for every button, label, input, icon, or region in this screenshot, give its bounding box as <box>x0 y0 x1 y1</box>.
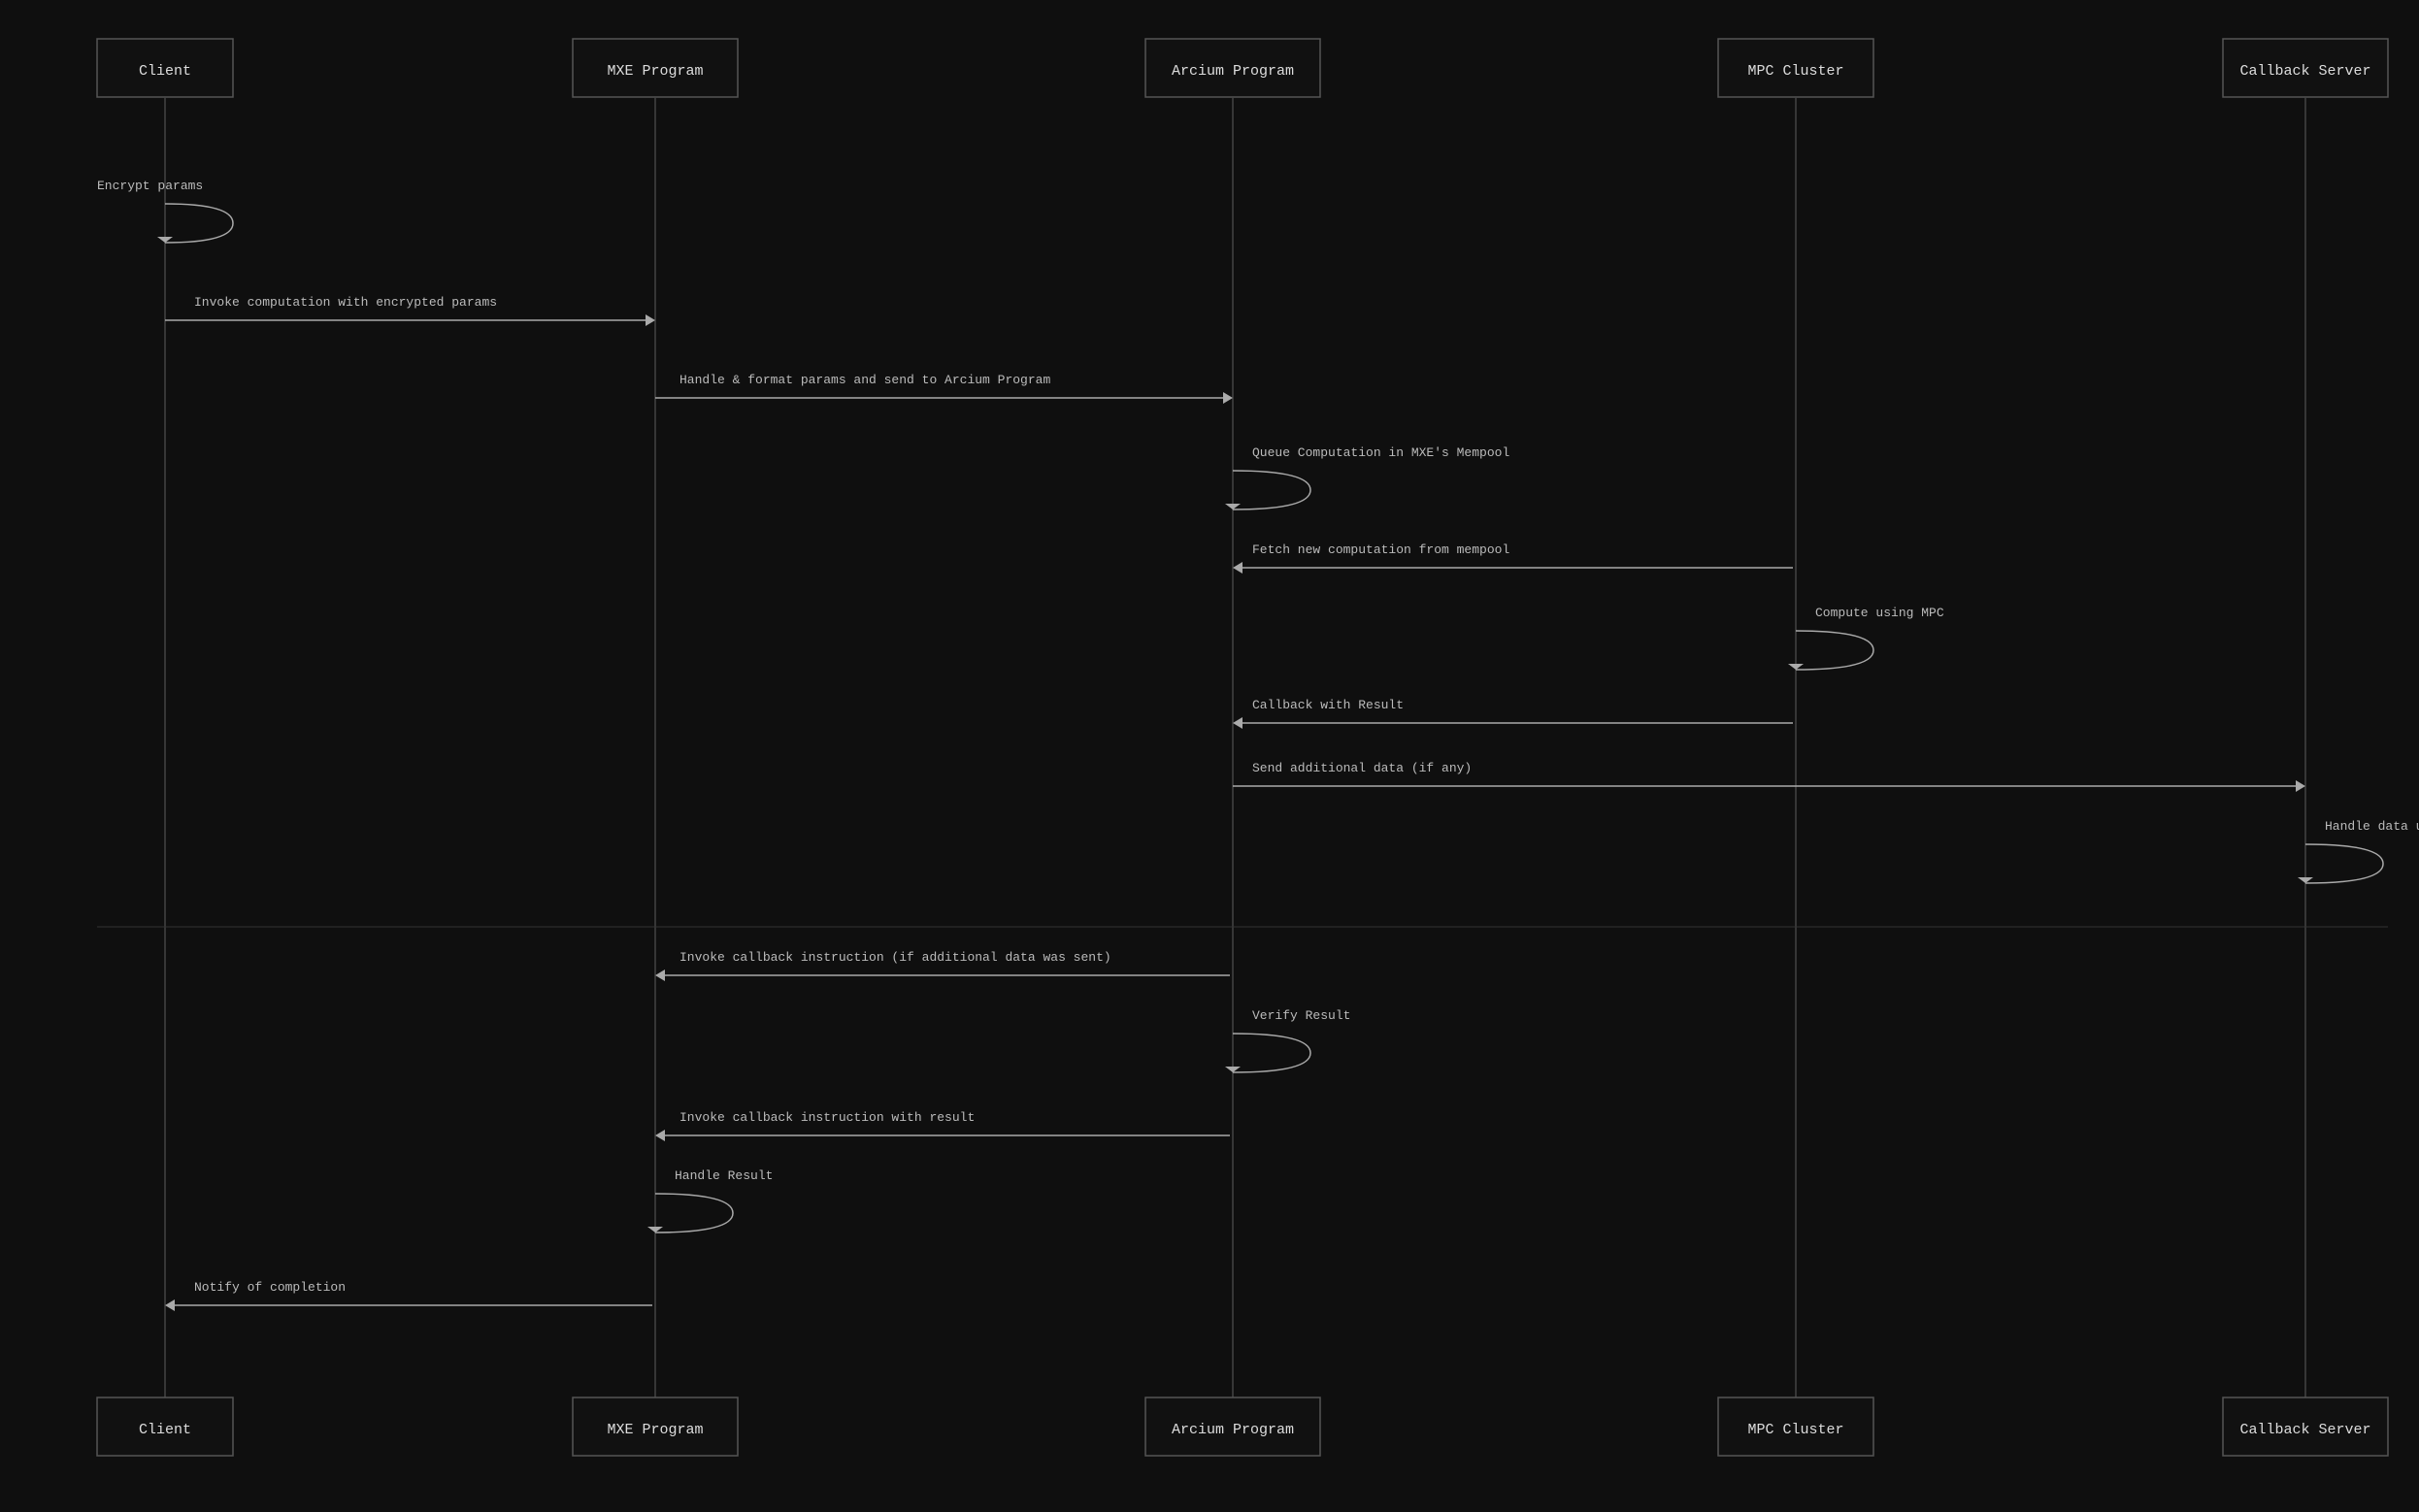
actor-callback-bottom-label: Callback Server <box>2239 1422 2370 1438</box>
msg-invoke-callback-result-head <box>655 1130 665 1141</box>
msg-callback-result-label: Callback with Result <box>1252 698 1404 712</box>
msg-fetch-computation-label: Fetch new computation from mempool <box>1252 542 1509 557</box>
msg-invoke-callback-label: Invoke callback instruction (if addition… <box>679 950 1111 965</box>
msg-fetch-computation-head <box>1233 562 1243 574</box>
msg-encrypt-params-arrow <box>165 204 233 243</box>
msg-encrypt-params-head <box>157 237 173 243</box>
msg-compute-mpc-arrow <box>1796 631 1873 670</box>
msg-invoke-callback-result-label: Invoke callback instruction with result <box>679 1110 975 1125</box>
actor-mpc-bottom-label: MPC Cluster <box>1747 1422 1843 1438</box>
msg-handle-result-label: Handle Result <box>675 1168 773 1183</box>
msg-compute-mpc-head <box>1788 664 1804 670</box>
msg-callback-result-head <box>1233 717 1243 729</box>
actor-client-top-label: Client <box>139 63 191 80</box>
actor-mxe-bottom-label: MXE Program <box>607 1422 703 1438</box>
msg-handle-data-update-head <box>2298 877 2313 883</box>
msg-notify-completion-head <box>165 1299 175 1311</box>
actor-client-bottom-label: Client <box>139 1422 191 1438</box>
actor-arcium-top-label: Arcium Program <box>1172 63 1294 80</box>
msg-invoke-computation-label: Invoke computation with encrypted params <box>194 295 497 310</box>
msg-verify-result-label: Verify Result <box>1252 1008 1350 1023</box>
msg-queue-computation-head <box>1225 504 1241 509</box>
msg-send-additional-label: Send additional data (if any) <box>1252 761 1472 775</box>
msg-send-additional-head <box>2296 780 2305 792</box>
msg-handle-result-arrow <box>655 1194 733 1233</box>
msg-queue-computation-arrow <box>1233 471 1310 509</box>
actor-callback-top-label: Callback Server <box>2239 63 2370 80</box>
msg-encrypt-params-label: Encrypt params <box>97 179 203 193</box>
msg-handle-format-label: Handle & format params and send to Arciu… <box>679 373 1050 387</box>
msg-invoke-computation-head <box>646 314 655 326</box>
msg-handle-format-head <box>1223 392 1233 404</box>
msg-handle-result-head <box>647 1227 663 1233</box>
msg-verify-result-arrow <box>1233 1034 1310 1072</box>
msg-handle-data-update-arrow <box>2305 844 2383 883</box>
actor-arcium-bottom-label: Arcium Program <box>1172 1422 1294 1438</box>
actor-mpc-top-label: MPC Cluster <box>1747 63 1843 80</box>
msg-notify-completion-label: Notify of completion <box>194 1280 346 1295</box>
msg-handle-data-update-label: Handle data update to on-chain accounts <box>2325 819 2419 834</box>
actor-mxe-top-label: MXE Program <box>607 63 703 80</box>
msg-compute-mpc-label: Compute using MPC <box>1815 606 1944 620</box>
msg-queue-computation-label: Queue Computation in MXE's Mempool <box>1252 445 1509 460</box>
msg-verify-result-head <box>1225 1067 1241 1072</box>
msg-invoke-callback-head <box>655 970 665 981</box>
sequence-diagram: text { font-family: 'Courier New', Couri… <box>0 0 2419 1508</box>
